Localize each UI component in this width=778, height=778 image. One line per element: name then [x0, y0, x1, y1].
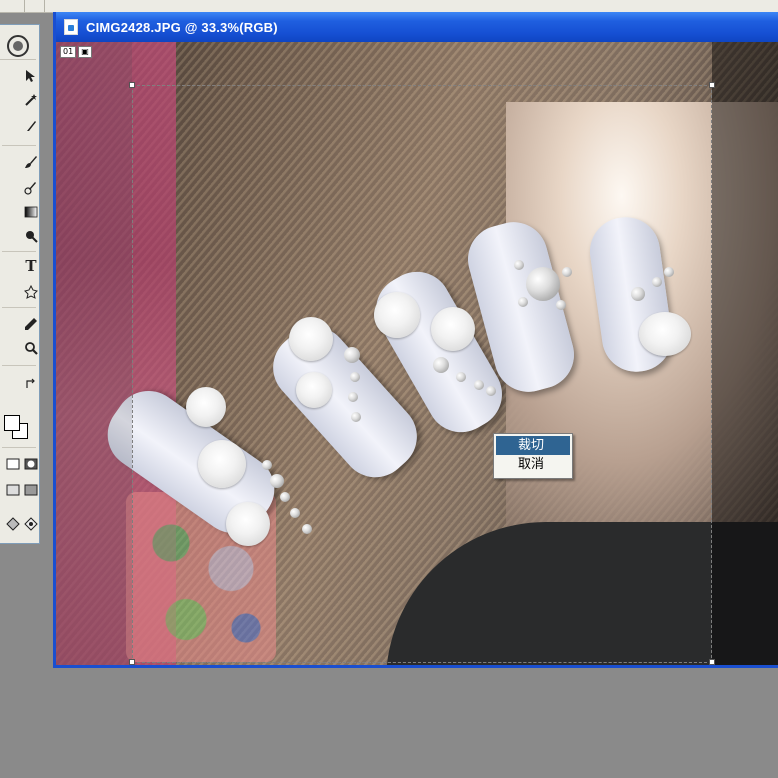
standard-screen-mode-icon[interactable]	[4, 481, 22, 499]
crop-handle-top-right[interactable]	[709, 82, 715, 88]
toolbox-divider	[2, 307, 36, 308]
standard-mode-icon[interactable]	[4, 455, 22, 473]
document-window: CIMG2428.JPG @ 33.3%(RGB) 01 ▣	[53, 12, 778, 668]
imageready-eye-icon[interactable]	[22, 515, 40, 533]
toolbox-divider	[2, 447, 36, 448]
image-canvas[interactable]: 01 ▣	[56, 42, 778, 665]
layer-number-badge: 01	[60, 46, 77, 58]
workspace-background	[0, 668, 778, 778]
eyedropper-tool-icon[interactable]	[22, 315, 40, 333]
gradient-tool-icon[interactable]	[22, 203, 40, 221]
crop-handle-top-left[interactable]	[129, 82, 135, 88]
toolbox-divider	[2, 251, 36, 252]
type-tool-icon[interactable]: T	[22, 257, 40, 275]
crop-handle-bottom-left[interactable]	[129, 659, 135, 665]
menubar-separator	[24, 0, 25, 12]
history-brush-icon[interactable]	[22, 179, 40, 197]
crop-handle-bottom-right[interactable]	[709, 659, 715, 665]
zoom-tool-icon[interactable]	[22, 339, 40, 357]
slice-tool-icon[interactable]	[22, 117, 40, 135]
move-tool-icon[interactable]	[22, 67, 40, 85]
layer-badge: 01 ▣	[60, 46, 92, 58]
crop-shield-left	[56, 42, 132, 665]
shape-tool-icon[interactable]	[22, 283, 40, 301]
crop-selection-marquee[interactable]	[132, 85, 712, 663]
crop-context-menu: 裁切 取消	[493, 433, 573, 479]
document-titlebar[interactable]: CIMG2428.JPG @ 33.3%(RGB)	[56, 12, 778, 42]
full-screen-mode-icon[interactable]	[22, 481, 40, 499]
quick-mask-mode-icon[interactable]	[22, 455, 40, 473]
document-title: CIMG2428.JPG @ 33.3%(RGB)	[86, 19, 278, 35]
swap-colors-icon[interactable]	[22, 375, 40, 393]
layer-thumbnail-icon: ▣	[78, 46, 92, 58]
menubar-separator	[44, 0, 45, 12]
toolbox-divider	[2, 365, 36, 366]
brush-tool-icon[interactable]	[22, 153, 40, 171]
toolbox-logo	[0, 33, 36, 60]
menu-item-cancel[interactable]: 取消	[496, 455, 570, 474]
type-tool-glyph: T	[25, 256, 37, 275]
document-icon	[64, 19, 78, 35]
crop-shield-right	[712, 42, 778, 665]
jump-to-imageready-icon[interactable]	[4, 515, 22, 533]
toolbox-divider	[2, 145, 36, 146]
magic-wand-tool-icon[interactable]	[22, 91, 40, 109]
dodge-tool-icon[interactable]	[22, 227, 40, 245]
toolbox-palette: T	[0, 24, 40, 544]
foreground-color-swatch[interactable]	[4, 415, 20, 431]
menu-item-crop[interactable]: 裁切	[496, 436, 570, 455]
